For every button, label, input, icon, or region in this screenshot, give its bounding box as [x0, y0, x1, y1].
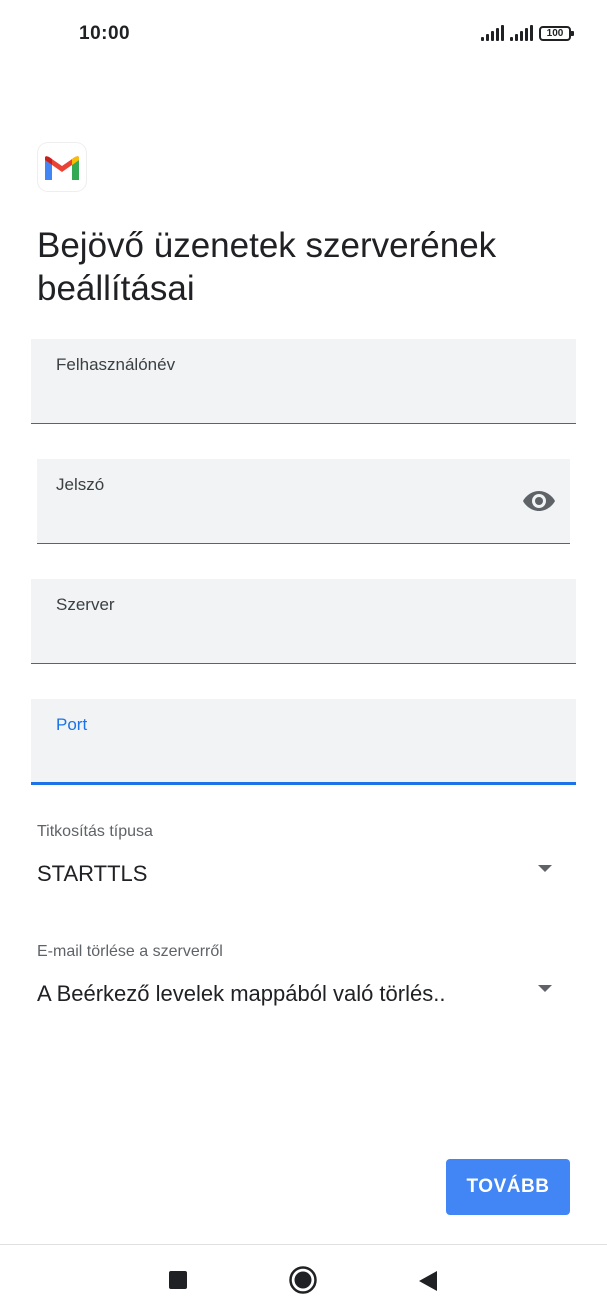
- port-field[interactable]: Port: [31, 699, 576, 785]
- password-field[interactable]: Jelszó: [37, 459, 570, 544]
- square-icon[interactable]: [169, 1271, 187, 1289]
- status-time: 10:00: [79, 23, 131, 44]
- delete-from-server-dropdown[interactable]: E-mail törlése a szerverről A Beérkező l…: [37, 943, 557, 1033]
- encryption-label: Titkosítás típusa: [37, 823, 153, 840]
- encryption-dropdown[interactable]: Titkosítás típusa STARTTLS: [37, 823, 557, 913]
- next-button[interactable]: TOVÁBB: [446, 1159, 570, 1215]
- circle-icon[interactable]: [289, 1266, 317, 1294]
- status-bar: 10:00 100: [0, 0, 607, 70]
- password-input[interactable]: [56, 501, 483, 531]
- triangle-back-icon[interactable]: [418, 1270, 438, 1292]
- server-field[interactable]: Szerver: [31, 579, 576, 664]
- dropdown-arrow-icon[interactable]: [538, 865, 552, 872]
- delete-from-server-label: E-mail törlése a szerverről: [37, 943, 223, 960]
- server-label: Szerver: [56, 595, 115, 614]
- port-input[interactable]: [56, 741, 492, 771]
- username-input[interactable]: [56, 381, 492, 411]
- username-label: Felhasználónév: [56, 355, 176, 374]
- port-label: Port: [56, 715, 88, 734]
- battery-icon: 100: [539, 25, 574, 41]
- status-icons: 100: [481, 25, 574, 41]
- signal-icon: [510, 25, 533, 41]
- password-label: Jelszó: [56, 475, 105, 494]
- nav-bar: [0, 1245, 607, 1316]
- page-title: Bejövő üzenetek szerverének beállításai: [37, 226, 497, 308]
- eye-icon[interactable]: [522, 487, 556, 515]
- delete-from-server-value[interactable]: A Beérkező levelek mappából való törlés.…: [37, 981, 445, 1007]
- signal-icon: [481, 25, 504, 41]
- server-input[interactable]: [56, 621, 492, 651]
- screen: 10:00 100 Bejövő üzenetek szerverének be…: [0, 0, 607, 1316]
- dropdown-arrow-icon[interactable]: [538, 985, 552, 992]
- encryption-value[interactable]: STARTTLS: [37, 861, 147, 887]
- username-field[interactable]: Felhasználónév: [31, 339, 576, 424]
- gmail-logo-icon: [38, 143, 86, 191]
